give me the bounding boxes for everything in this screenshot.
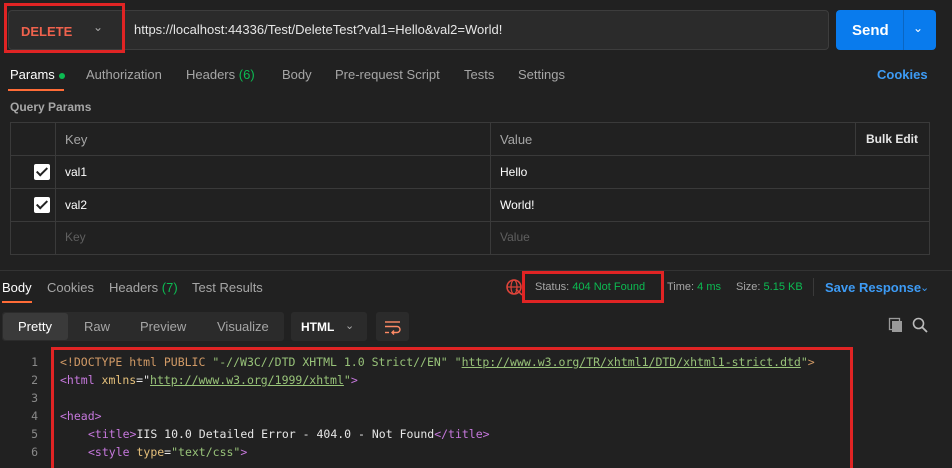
view-mode-raw[interactable]: Raw: [84, 319, 110, 334]
meta-separator: [813, 278, 814, 296]
line-number: 3: [31, 391, 38, 405]
column-header-value: Value: [500, 132, 533, 147]
send-separator: [903, 10, 904, 50]
tab-settings[interactable]: Settings: [518, 67, 565, 82]
view-mode-pretty[interactable]: Pretty: [18, 319, 52, 334]
table-divider: [10, 221, 930, 222]
bulk-edit-button[interactable]: Bulk Edit: [866, 132, 918, 146]
table-divider: [10, 188, 930, 189]
tab-tests[interactable]: Tests: [464, 67, 494, 82]
search-icon[interactable]: [912, 317, 928, 333]
send-options-chevron-icon[interactable]: ⌄: [913, 21, 923, 35]
view-mode-preview[interactable]: Preview: [140, 319, 186, 334]
wrap-icon: [385, 321, 401, 335]
response-tab-underline: [2, 301, 32, 303]
tab-params-underline: [8, 89, 64, 91]
params-active-dot: [58, 72, 65, 79]
param-checkbox[interactable]: [34, 197, 50, 213]
query-params-title: Query Params: [10, 100, 92, 114]
chevron-down-icon[interactable]: ⌄: [345, 319, 354, 332]
save-response-button[interactable]: Save Response: [825, 280, 921, 295]
param-checkbox[interactable]: [34, 164, 50, 180]
response-tab-test-results[interactable]: Test Results: [192, 280, 263, 295]
line-number: 6: [31, 445, 38, 459]
line-number: 2: [31, 373, 38, 387]
size-indicator: Size: 5.15 KB: [736, 281, 803, 293]
response-divider: [0, 270, 952, 271]
param-value[interactable]: World!: [500, 198, 534, 212]
column-header-key: Key: [65, 132, 88, 147]
line-number: 1: [31, 355, 38, 369]
tab-params[interactable]: Params: [10, 67, 65, 82]
line-number: 5: [31, 427, 38, 441]
chevron-down-icon[interactable]: ⌄: [920, 281, 929, 294]
table-divider: [10, 155, 930, 156]
cookies-link[interactable]: Cookies: [877, 67, 928, 82]
format-select-label[interactable]: HTML: [301, 320, 334, 334]
tab-headers[interactable]: Headers (6): [186, 67, 255, 82]
response-tab-headers[interactable]: Headers (7): [109, 280, 178, 295]
param-value[interactable]: Hello: [500, 165, 527, 179]
table-col-divider: [55, 122, 56, 255]
time-indicator: Time: 4 ms: [667, 281, 721, 293]
response-tab-body[interactable]: Body: [2, 280, 32, 295]
tab-body[interactable]: Body: [282, 67, 312, 82]
wrap-lines-button[interactable]: [376, 312, 409, 341]
copy-icon[interactable]: [888, 317, 904, 333]
new-value-input[interactable]: Value: [500, 230, 530, 244]
param-key[interactable]: val1: [65, 165, 87, 179]
response-tab-cookies[interactable]: Cookies: [47, 280, 94, 295]
tab-authorization[interactable]: Authorization: [86, 67, 162, 82]
globe-icon[interactable]: [505, 278, 523, 296]
tab-prerequest-script[interactable]: Pre-request Script: [335, 67, 440, 82]
view-mode-visualize[interactable]: Visualize: [217, 319, 269, 334]
send-button-label[interactable]: Send: [852, 22, 889, 39]
url-input[interactable]: https://localhost:44336/Test/DeleteTest?…: [134, 22, 502, 37]
method-highlight-box: [4, 3, 125, 53]
table-col-divider: [855, 122, 856, 155]
code-highlight-box: [51, 347, 853, 468]
line-number: 4: [31, 409, 38, 423]
param-key[interactable]: val2: [65, 198, 87, 212]
new-key-input[interactable]: Key: [65, 230, 86, 244]
table-col-divider: [490, 122, 491, 255]
status-highlight-box: [522, 271, 664, 303]
